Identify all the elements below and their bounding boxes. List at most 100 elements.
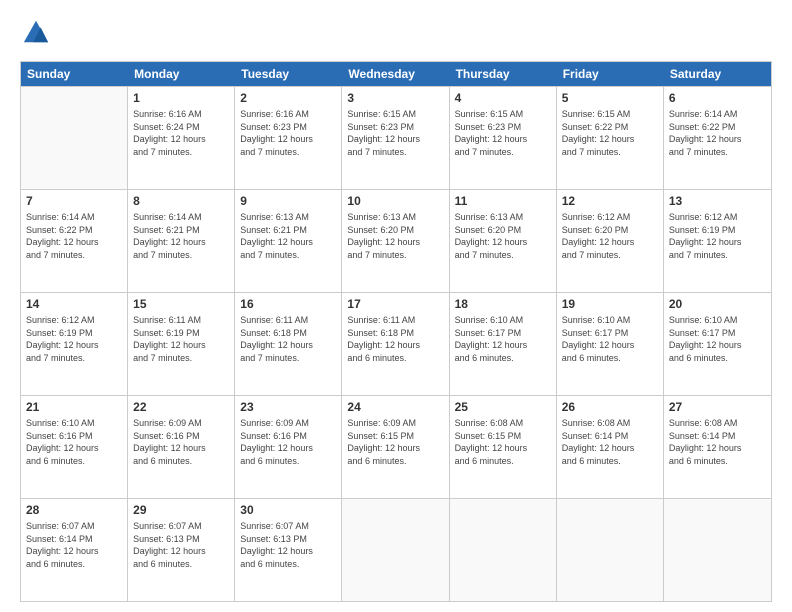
- day-info: Sunrise: 6:07 AM Sunset: 6:14 PM Dayligh…: [26, 520, 122, 570]
- day-number: 30: [240, 502, 336, 518]
- day-info: Sunrise: 6:13 AM Sunset: 6:20 PM Dayligh…: [347, 211, 443, 261]
- day-number: 27: [669, 399, 766, 415]
- day-info: Sunrise: 6:11 AM Sunset: 6:19 PM Dayligh…: [133, 314, 229, 364]
- day-number: 14: [26, 296, 122, 312]
- day-cell-25: 25 Sunrise: 6:08 AM Sunset: 6:15 PM Dayli…: [450, 396, 557, 498]
- day-number: 20: [669, 296, 766, 312]
- day-cell-27: 27 Sunrise: 6:08 AM Sunset: 6:14 PM Dayli…: [664, 396, 771, 498]
- day-info: Sunrise: 6:12 AM Sunset: 6:19 PM Dayligh…: [669, 211, 766, 261]
- day-cell-3: 3 Sunrise: 6:15 AM Sunset: 6:23 PM Daylig…: [342, 87, 449, 189]
- calendar-header: SundayMondayTuesdayWednesdayThursdayFrid…: [21, 62, 771, 86]
- day-number: 8: [133, 193, 229, 209]
- day-number: 25: [455, 399, 551, 415]
- day-cell-21: 21 Sunrise: 6:10 AM Sunset: 6:16 PM Dayli…: [21, 396, 128, 498]
- header: [20, 18, 772, 51]
- day-info: Sunrise: 6:10 AM Sunset: 6:16 PM Dayligh…: [26, 417, 122, 467]
- day-info: Sunrise: 6:09 AM Sunset: 6:16 PM Dayligh…: [240, 417, 336, 467]
- header-day-friday: Friday: [557, 62, 664, 86]
- day-info: Sunrise: 6:11 AM Sunset: 6:18 PM Dayligh…: [347, 314, 443, 364]
- day-cell-5: 5 Sunrise: 6:15 AM Sunset: 6:22 PM Daylig…: [557, 87, 664, 189]
- day-number: 3: [347, 90, 443, 106]
- day-cell-22: 22Sunrise: 6:09 AM Sunset: 6:16 PM Dayli…: [128, 396, 235, 498]
- day-cell-20: 20 Sunrise: 6:10 AM Sunset: 6:17 PM Dayli…: [664, 293, 771, 395]
- day-cell-6: 6 Sunrise: 6:14 AM Sunset: 6:22 PM Daylig…: [664, 87, 771, 189]
- day-cell-13: 13 Sunrise: 6:12 AM Sunset: 6:19 PM Dayli…: [664, 190, 771, 292]
- day-number: 10: [347, 193, 443, 209]
- day-number: 29: [133, 502, 229, 518]
- day-cell-28: 28 Sunrise: 6:07 AM Sunset: 6:14 PM Dayli…: [21, 499, 128, 601]
- day-cell-2: 2 Sunrise: 6:16 AM Sunset: 6:23 PM Daylig…: [235, 87, 342, 189]
- day-cell-11: 11 Sunrise: 6:13 AM Sunset: 6:20 PM Dayli…: [450, 190, 557, 292]
- day-cell-15: 15 Sunrise: 6:11 AM Sunset: 6:19 PM Dayli…: [128, 293, 235, 395]
- day-number: 11: [455, 193, 551, 209]
- day-info: Sunrise: 6:13 AM Sunset: 6:21 PM Dayligh…: [240, 211, 336, 261]
- day-number: 15: [133, 296, 229, 312]
- day-number: 4: [455, 90, 551, 106]
- day-info: Sunrise: 6:15 AM Sunset: 6:23 PM Dayligh…: [455, 108, 551, 158]
- header-day-sunday: Sunday: [21, 62, 128, 86]
- empty-cell: [557, 499, 664, 601]
- day-number: 17: [347, 296, 443, 312]
- day-number: 23: [240, 399, 336, 415]
- empty-cell: [450, 499, 557, 601]
- day-info: Sunrise: 6:07 AM Sunset: 6:13 PM Dayligh…: [133, 520, 229, 570]
- day-number: 1: [133, 90, 229, 106]
- day-number: 6: [669, 90, 766, 106]
- calendar-body: 1 Sunrise: 6:16 AM Sunset: 6:24 PM Daylig…: [21, 86, 771, 601]
- day-info: Sunrise: 6:11 AM Sunset: 6:18 PM Dayligh…: [240, 314, 336, 364]
- header-day-wednesday: Wednesday: [342, 62, 449, 86]
- day-number: 18: [455, 296, 551, 312]
- day-number: 5: [562, 90, 658, 106]
- day-cell-26: 26Sunrise: 6:08 AM Sunset: 6:14 PM Dayli…: [557, 396, 664, 498]
- day-cell-19: 19 Sunrise: 6:10 AM Sunset: 6:17 PM Dayli…: [557, 293, 664, 395]
- day-info: Sunrise: 6:16 AM Sunset: 6:24 PM Dayligh…: [133, 108, 229, 158]
- day-cell-12: 12 Sunrise: 6:12 AM Sunset: 6:20 PM Dayli…: [557, 190, 664, 292]
- day-info: Sunrise: 6:16 AM Sunset: 6:23 PM Dayligh…: [240, 108, 336, 158]
- logo-icon: [22, 18, 50, 46]
- day-info: Sunrise: 6:14 AM Sunset: 6:21 PM Dayligh…: [133, 211, 229, 261]
- day-cell-7: 7Sunrise: 6:14 AM Sunset: 6:22 PM Daylig…: [21, 190, 128, 292]
- calendar: SundayMondayTuesdayWednesdayThursdayFrid…: [20, 61, 772, 602]
- day-info: Sunrise: 6:07 AM Sunset: 6:13 PM Dayligh…: [240, 520, 336, 570]
- empty-cell: [664, 499, 771, 601]
- day-info: Sunrise: 6:13 AM Sunset: 6:20 PM Dayligh…: [455, 211, 551, 261]
- week-row-3: 14Sunrise: 6:12 AM Sunset: 6:19 PM Dayli…: [21, 292, 771, 395]
- empty-cell: [21, 87, 128, 189]
- day-number: 13: [669, 193, 766, 209]
- day-number: 2: [240, 90, 336, 106]
- day-info: Sunrise: 6:09 AM Sunset: 6:15 PM Dayligh…: [347, 417, 443, 467]
- header-day-tuesday: Tuesday: [235, 62, 342, 86]
- day-number: 16: [240, 296, 336, 312]
- week-row-1: 1 Sunrise: 6:16 AM Sunset: 6:24 PM Daylig…: [21, 86, 771, 189]
- week-row-4: 21 Sunrise: 6:10 AM Sunset: 6:16 PM Dayli…: [21, 395, 771, 498]
- day-info: Sunrise: 6:08 AM Sunset: 6:15 PM Dayligh…: [455, 417, 551, 467]
- day-cell-1: 1 Sunrise: 6:16 AM Sunset: 6:24 PM Daylig…: [128, 87, 235, 189]
- day-info: Sunrise: 6:15 AM Sunset: 6:22 PM Dayligh…: [562, 108, 658, 158]
- day-info: Sunrise: 6:15 AM Sunset: 6:23 PM Dayligh…: [347, 108, 443, 158]
- day-cell-17: 17 Sunrise: 6:11 AM Sunset: 6:18 PM Dayli…: [342, 293, 449, 395]
- day-cell-23: 23 Sunrise: 6:09 AM Sunset: 6:16 PM Dayli…: [235, 396, 342, 498]
- logo: [20, 18, 52, 51]
- day-info: Sunrise: 6:10 AM Sunset: 6:17 PM Dayligh…: [669, 314, 766, 364]
- day-number: 12: [562, 193, 658, 209]
- day-number: 19: [562, 296, 658, 312]
- day-number: 21: [26, 399, 122, 415]
- day-info: Sunrise: 6:14 AM Sunset: 6:22 PM Dayligh…: [26, 211, 122, 261]
- day-cell-8: 8 Sunrise: 6:14 AM Sunset: 6:21 PM Daylig…: [128, 190, 235, 292]
- day-cell-24: 24Sunrise: 6:09 AM Sunset: 6:15 PM Dayli…: [342, 396, 449, 498]
- day-info: Sunrise: 6:14 AM Sunset: 6:22 PM Dayligh…: [669, 108, 766, 158]
- day-info: Sunrise: 6:08 AM Sunset: 6:14 PM Dayligh…: [669, 417, 766, 467]
- day-cell-16: 16 Sunrise: 6:11 AM Sunset: 6:18 PM Dayli…: [235, 293, 342, 395]
- day-cell-9: 9Sunrise: 6:13 AM Sunset: 6:21 PM Daylig…: [235, 190, 342, 292]
- day-cell-30: 30 Sunrise: 6:07 AM Sunset: 6:13 PM Dayli…: [235, 499, 342, 601]
- day-info: Sunrise: 6:12 AM Sunset: 6:20 PM Dayligh…: [562, 211, 658, 261]
- header-day-monday: Monday: [128, 62, 235, 86]
- day-cell-4: 4 Sunrise: 6:15 AM Sunset: 6:23 PM Daylig…: [450, 87, 557, 189]
- day-number: 28: [26, 502, 122, 518]
- day-number: 22: [133, 399, 229, 415]
- header-day-thursday: Thursday: [450, 62, 557, 86]
- day-cell-29: 29 Sunrise: 6:07 AM Sunset: 6:13 PM Dayli…: [128, 499, 235, 601]
- day-info: Sunrise: 6:10 AM Sunset: 6:17 PM Dayligh…: [562, 314, 658, 364]
- day-info: Sunrise: 6:08 AM Sunset: 6:14 PM Dayligh…: [562, 417, 658, 467]
- header-day-saturday: Saturday: [664, 62, 771, 86]
